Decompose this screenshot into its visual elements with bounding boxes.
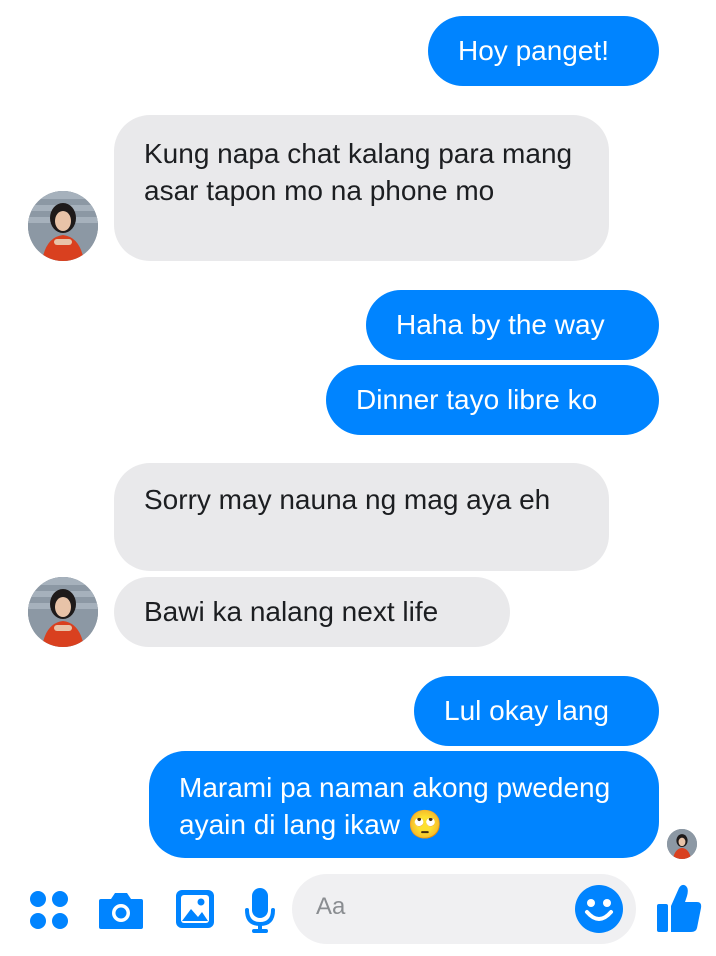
contact-avatar[interactable] — [28, 191, 98, 261]
gallery-icon[interactable] — [174, 886, 216, 932]
message-text: Bawi ka nalang next life — [144, 596, 439, 627]
message-bubble-incoming[interactable]: Kung napa chat kalang para mang asar tap… — [114, 115, 609, 261]
message-bubble-outgoing[interactable]: Haha by the way — [366, 290, 659, 360]
avatar-image — [28, 191, 98, 261]
message-text: Haha by the way — [396, 309, 605, 340]
read-receipt-avatar — [667, 829, 697, 859]
avatar-image — [667, 829, 697, 859]
camera-icon[interactable] — [97, 889, 145, 931]
apps-icon[interactable] — [28, 889, 70, 931]
message-bubble-incoming[interactable]: Sorry may nauna ng mag aya eh — [114, 463, 609, 571]
message-input-placeholder: Aa — [316, 893, 346, 920]
message-text: Sorry may nauna ng mag aya eh — [144, 484, 551, 515]
message-bubble-outgoing[interactable]: Marami pa naman akong pwedeng ayain di l… — [149, 751, 659, 858]
message-text: Lul okay lang — [444, 695, 610, 726]
message-input[interactable]: Aa — [292, 874, 636, 944]
message-bubble-incoming[interactable]: Bawi ka nalang next life — [114, 577, 510, 647]
message-bubble-outgoing[interactable]: Hoy panget! — [428, 16, 659, 86]
emoji-icon[interactable] — [574, 884, 624, 934]
message-text: Dinner tayo libre ko — [356, 384, 598, 415]
message-text: Kung napa chat kalang para mang asar tap… — [144, 138, 573, 206]
thumbs-up-icon[interactable] — [655, 882, 703, 934]
contact-avatar[interactable] — [28, 577, 98, 647]
message-bubble-outgoing[interactable]: Lul okay lang — [414, 676, 659, 746]
message-text: Hoy panget! — [458, 35, 609, 66]
message-bubble-outgoing[interactable]: Dinner tayo libre ko — [326, 365, 659, 435]
message-text: Marami pa naman akong pwedeng ayain di l… — [179, 772, 611, 840]
microphone-icon[interactable] — [244, 886, 276, 934]
avatar-image — [28, 577, 98, 647]
